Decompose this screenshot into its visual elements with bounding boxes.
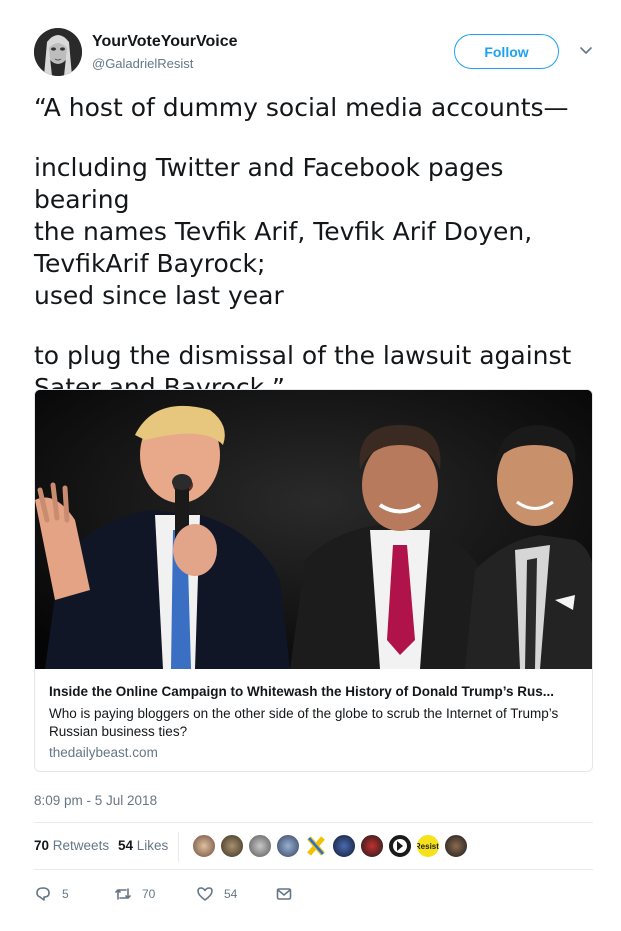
direct-message-action[interactable]: [275, 882, 303, 906]
author-handle[interactable]: @GaladrielResist: [92, 56, 193, 71]
tweet-stats: 70 Retweets 54 Likes Resist.: [34, 822, 593, 870]
retweets-label: Retweets: [52, 838, 110, 853]
liker-avatar[interactable]: [388, 834, 412, 858]
liker-avatar[interactable]: [304, 834, 328, 858]
liker-avatar[interactable]: [248, 834, 272, 858]
tweet-header: YourVoteYourVoice @GaladrielResist Follo…: [34, 28, 597, 84]
card-image[interactable]: [35, 390, 592, 669]
reply-icon: [36, 887, 50, 901]
likes-count: 54: [118, 838, 134, 853]
envelope-icon: [276, 888, 292, 900]
stats-divider: [178, 832, 179, 862]
reply-action[interactable]: 5: [34, 882, 69, 906]
tweet-timestamp[interactable]: 8:09 pm - 5 Jul 2018: [34, 793, 157, 808]
chevron-down-icon[interactable]: [576, 40, 596, 60]
likes-label: Likes: [136, 838, 169, 853]
card-title[interactable]: Inside the Online Campaign to Whitewash …: [49, 684, 581, 699]
tweet-actions: 5 70 54: [34, 882, 593, 906]
retweet-count: 70: [142, 887, 156, 901]
liker-avatar[interactable]: [332, 834, 356, 858]
heart-icon: [197, 887, 213, 901]
tweet-text: “A host of dummy social media accounts— …: [34, 92, 604, 404]
tweet-paragraph: including Twitter and Facebook pages bea…: [34, 153, 533, 310]
follow-button[interactable]: Follow: [454, 34, 559, 69]
liker-avatar[interactable]: [220, 834, 244, 858]
liker-avatar[interactable]: [444, 834, 468, 858]
reply-count: 5: [62, 887, 69, 901]
liker-badge-text: Resist.: [416, 841, 440, 851]
like-action[interactable]: 54: [196, 882, 237, 906]
liker-avatar[interactable]: [360, 834, 384, 858]
liker-avatar[interactable]: [192, 834, 216, 858]
like-count: 54: [224, 887, 238, 901]
author-display-name[interactable]: YourVoteYourVoice: [92, 33, 238, 51]
retweets-count: 70: [34, 838, 50, 853]
tweet-paragraph: “A host of dummy social media accounts—: [34, 93, 569, 122]
author-avatar[interactable]: [34, 28, 82, 76]
liker-avatar[interactable]: [276, 834, 300, 858]
card-domain: thedailybeast.com: [49, 745, 158, 760]
liker-avatar[interactable]: Resist.: [416, 834, 440, 858]
card-description: Who is paying bloggers on the other side…: [49, 706, 559, 739]
liker-avatars: Resist.: [192, 834, 472, 860]
likes-stat[interactable]: 54 Likes: [118, 838, 168, 853]
link-preview-card[interactable]: Inside the Online Campaign to Whitewash …: [34, 389, 593, 772]
retweet-action[interactable]: 70: [114, 882, 155, 906]
retweets-stat[interactable]: 70 Retweets: [34, 838, 109, 853]
retweet-icon: [115, 888, 131, 900]
